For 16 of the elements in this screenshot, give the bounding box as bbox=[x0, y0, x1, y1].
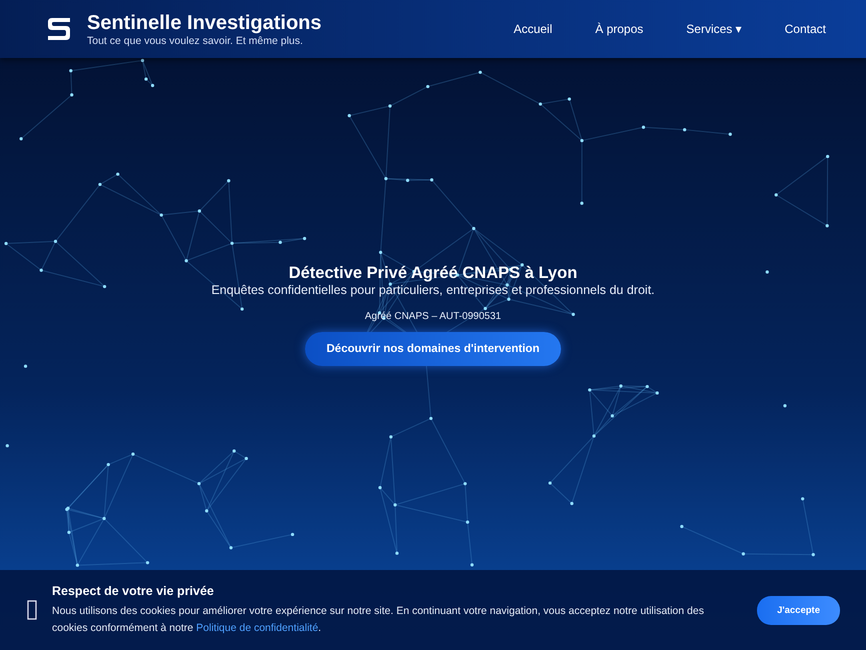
site-tagline: Tout ce que vous voulez savoir. Et même plus. bbox=[87, 35, 304, 47]
logo-icon bbox=[46, 15, 72, 43]
cta-button[interactable]: Découvrir nos domaines d'intervention bbox=[304, 332, 562, 366]
box-icon bbox=[27, 600, 37, 620]
hero-subtitle: Enquêtes confidentielles pour particuliers, entreprises et professionnels du droit. bbox=[211, 283, 655, 297]
nav-link[interactable]: À propos bbox=[595, 22, 644, 36]
nav-link[interactable]: Contact bbox=[784, 22, 826, 36]
nav-dropdown[interactable]: Services ▾ bbox=[686, 22, 742, 36]
cookie-title: Respect de votre vie privée bbox=[52, 584, 215, 598]
cookie-text: Nous utilisons des cookies pour améliorer votre expérience sur notre site. En continuant votre navigation, vous acceptez notre utilisation des cookies conformément à notre Politique de confidentialité. bbox=[52, 604, 705, 636]
license-number: Agréé CNAPS – AUT-0990531 bbox=[364, 311, 502, 322]
privacy-link[interactable]: Politique de confidentialité bbox=[196, 622, 318, 634]
nav-link[interactable]: Accueil bbox=[514, 22, 552, 36]
accept-button[interactable]: J'accepte bbox=[757, 596, 840, 624]
site-title: Sentinelle Investigations bbox=[87, 11, 322, 35]
hero-title: Détective Privé Agréé CNAPS à Lyon bbox=[288, 263, 578, 283]
